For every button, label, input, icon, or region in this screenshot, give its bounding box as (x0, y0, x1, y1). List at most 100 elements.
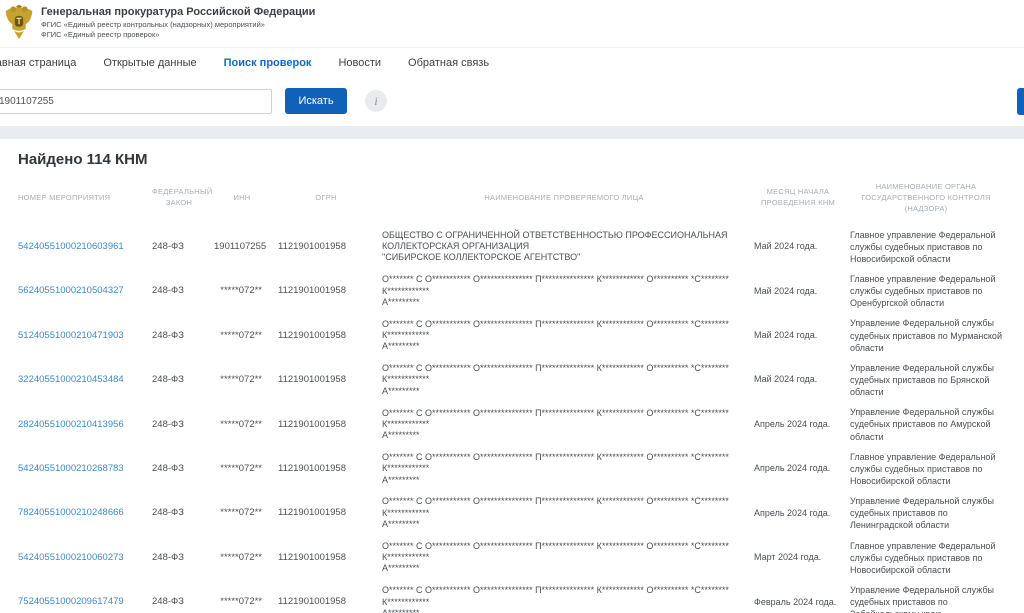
month-cell: Апрель 2024 года. (750, 491, 846, 535)
month-cell: Апрель 2024 года. (750, 447, 846, 491)
entity-name-line2: А********* (382, 608, 730, 613)
event-number-link[interactable]: 32240551000210453484 (18, 374, 124, 385)
event-number-cell: 54240551000210060273 (18, 536, 148, 580)
ogrn-cell: 1121901001958 (274, 491, 378, 535)
federal-law-cell: 248-ФЗ (148, 358, 210, 402)
event-number-cell: 51240551000210471903 (18, 313, 148, 357)
ogrn-cell: 1121901001958 (274, 269, 378, 313)
ogrn-cell: 1121901001958 (274, 225, 378, 269)
federal-law-cell: 248-ФЗ (148, 313, 210, 357)
ogrn-cell: 1121901001958 (274, 402, 378, 446)
federal-law-cell: 248-ФЗ (148, 225, 210, 269)
month-cell: Май 2024 года. (750, 358, 846, 402)
column-header-entity: Наименование проверяемого лица (378, 176, 750, 225)
search-button[interactable]: Искать (285, 88, 346, 114)
entity-name-line1: О******* С О*********** О***************… (382, 408, 730, 431)
table-row: 75240551000209617479 248-ФЗ *****072** 1… (18, 580, 1006, 613)
inn-cell: *****072** (210, 269, 274, 313)
entity-name-line1: О******* С О*********** О***************… (382, 541, 730, 564)
event-number-link[interactable]: 54240551000210268783 (18, 463, 124, 474)
results-heading: Найдено 114 КНМ (18, 151, 1006, 168)
info-icon[interactable]: i (365, 90, 387, 112)
results-table-body: 54240551000210603961 248-ФЗ 1901107255 1… (18, 225, 1006, 613)
month-cell: Март 2024 года. (750, 536, 846, 580)
nav-item-search[interactable]: Поиск проверок (224, 57, 312, 69)
table-row: 54240551000210060273 248-ФЗ *****072** 1… (18, 536, 1006, 580)
nav-item-home[interactable]: Главная страница (0, 57, 76, 69)
month-cell: Май 2024 года. (750, 225, 846, 269)
entity-name-line2: А********* (382, 386, 730, 397)
authority-cell: Управление Федеральной службы судебных п… (846, 313, 1006, 357)
entity-name-line2: А********* (382, 519, 730, 530)
entity-name-cell: ОБЩЕСТВО С ОГРАНИЧЕННОЙ ОТВЕТСТВЕННОСТЬЮ… (378, 225, 750, 269)
ogrn-cell: 1121901001958 (274, 313, 378, 357)
inn-cell: *****072** (210, 402, 274, 446)
inn-cell: *****072** (210, 358, 274, 402)
nav-item-news[interactable]: Новости (338, 57, 381, 69)
entity-name-cell: О******* С О*********** О***************… (378, 402, 750, 446)
entity-name-line1: О******* С О*********** О***************… (382, 363, 730, 386)
entity-name-line2: А********* (382, 297, 730, 308)
system-name-1: ФГИС «Единый реестр контрольных (надзорн… (41, 20, 315, 30)
ogrn-cell: 1121901001958 (274, 358, 378, 402)
ogrn-cell: 1121901001958 (274, 580, 378, 613)
event-number-link[interactable]: 56240551000210504327 (18, 285, 124, 296)
column-header-authority: Наименование органа государственного кон… (846, 176, 1006, 225)
search-input[interactable] (0, 89, 272, 114)
federal-law-cell: 248-ФЗ (148, 269, 210, 313)
federal-law-cell: 248-ФЗ (148, 536, 210, 580)
table-row: 54240551000210268783 248-ФЗ *****072** 1… (18, 447, 1006, 491)
entity-name-line1: О******* С О*********** О***************… (382, 496, 730, 519)
column-header-ogrn: ОГРН (274, 176, 378, 225)
event-number-cell: 28240551000210413956 (18, 402, 148, 446)
page: Генеральная прокуратура Российской Федер… (0, 0, 1024, 613)
month-cell: Май 2024 года. (750, 269, 846, 313)
authority-cell: Управление Федеральной службы судебных п… (846, 580, 1006, 613)
entity-name-cell: О******* С О*********** О***************… (378, 536, 750, 580)
authority-cell: Главное управление Федеральной службы су… (846, 269, 1006, 313)
authority-cell: Управление Федеральной службы судебных п… (846, 358, 1006, 402)
search-section: Искать i (0, 79, 1024, 126)
event-number-link[interactable]: 51240551000210471903 (18, 330, 124, 341)
entity-name-cell: О******* С О*********** О***************… (378, 358, 750, 402)
column-header-law: Федеральный закон (148, 176, 210, 225)
table-row: 56240551000210504327 248-ФЗ *****072** 1… (18, 269, 1006, 313)
table-row: 51240551000210471903 248-ФЗ *****072** 1… (18, 313, 1006, 357)
entity-name-line1: ОБЩЕСТВО С ОГРАНИЧЕННОЙ ОТВЕТСТВЕННОСТЬЮ… (382, 230, 730, 253)
authority-cell: Главное управление Федеральной службы су… (846, 447, 1006, 491)
event-number-link[interactable]: 75240551000209617479 (18, 596, 124, 607)
entity-name-cell: О******* С О*********** О***************… (378, 491, 750, 535)
entity-name-line1: О******* С О*********** О***************… (382, 585, 730, 608)
event-number-cell: 54240551000210268783 (18, 447, 148, 491)
ogrn-cell: 1121901001958 (274, 447, 378, 491)
event-number-link[interactable]: 78240551000210248666 (18, 507, 124, 518)
prosecutor-emblem-icon (4, 3, 34, 42)
right-edge-partial-button[interactable] (1017, 88, 1024, 115)
divider-band (0, 126, 1024, 139)
inn-cell: *****072** (210, 491, 274, 535)
event-number-link[interactable]: 54240551000210060273 (18, 552, 124, 563)
table-row: 28240551000210413956 248-ФЗ *****072** 1… (18, 402, 1006, 446)
event-number-link[interactable]: 28240551000210413956 (18, 419, 124, 430)
entity-name-line1: О******* С О*********** О***************… (382, 274, 730, 297)
column-header-inn: ИНН (210, 176, 274, 225)
federal-law-cell: 248-ФЗ (148, 447, 210, 491)
federal-law-cell: 248-ФЗ (148, 580, 210, 613)
entity-name-cell: О******* С О*********** О***************… (378, 447, 750, 491)
org-title: Генеральная прокуратура Российской Федер… (41, 6, 315, 20)
authority-cell: Главное управление Федеральной службы су… (846, 225, 1006, 269)
inn-cell: 1901107255 (210, 225, 274, 269)
system-name-2: ФГИС «Единый реестр проверок» (41, 30, 315, 40)
entity-name-line1: О******* С О*********** О***************… (382, 319, 730, 342)
column-header-month: Месяц начала проведения КНМ (750, 176, 846, 225)
nav-item-open-data[interactable]: Открытые данные (103, 57, 196, 69)
entity-name-cell: О******* С О*********** О***************… (378, 269, 750, 313)
inn-cell: *****072** (210, 580, 274, 613)
entity-name-line2: А********* (382, 341, 730, 352)
event-number-cell: 32240551000210453484 (18, 358, 148, 402)
entity-name-cell: О******* С О*********** О***************… (378, 313, 750, 357)
entity-name-line2: А********* (382, 430, 730, 441)
inn-cell: *****072** (210, 447, 274, 491)
nav-item-feedback[interactable]: Обратная связь (408, 57, 489, 69)
event-number-link[interactable]: 54240551000210603961 (18, 241, 124, 252)
